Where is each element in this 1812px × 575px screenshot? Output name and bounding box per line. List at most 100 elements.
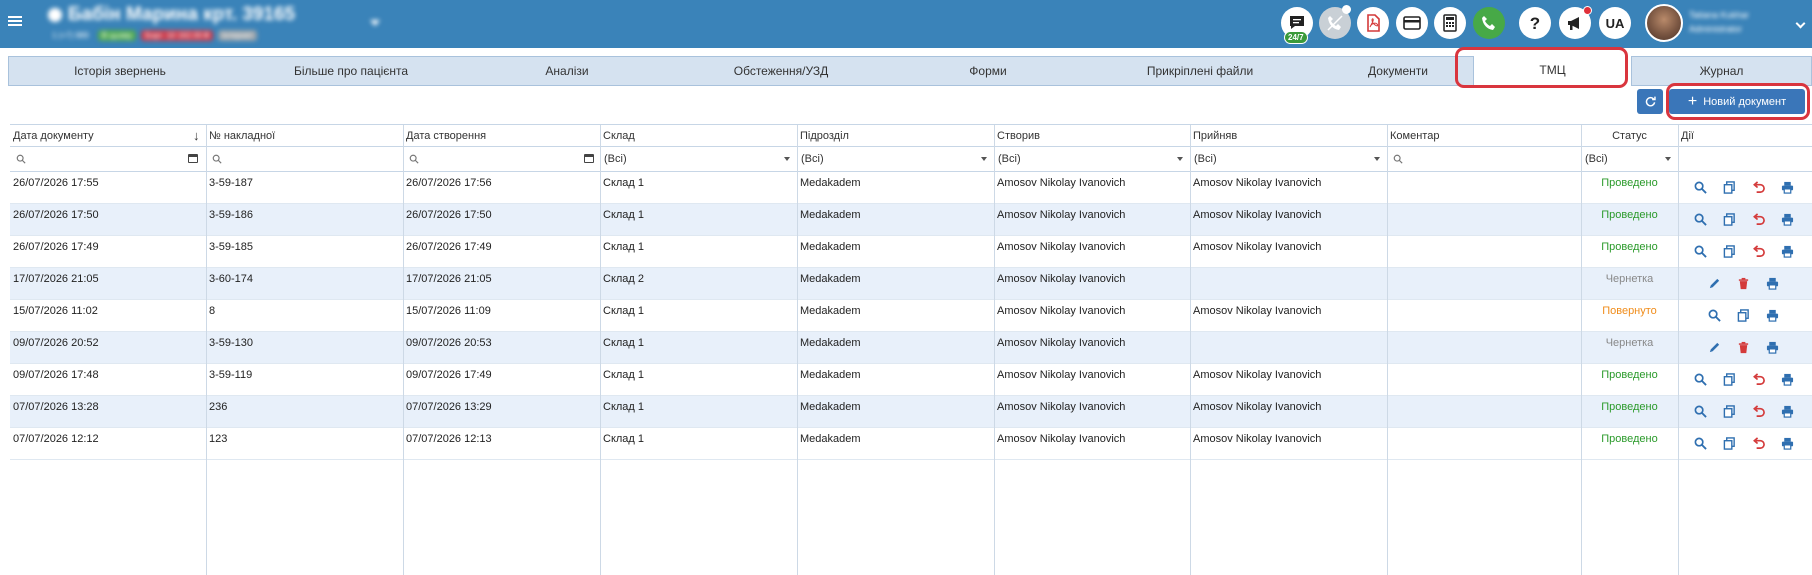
print-icon[interactable] (1764, 275, 1780, 291)
table-row[interactable]: 07/07/2026 13:28 236 07/07/2026 13:29 Ск… (10, 396, 1812, 428)
status-filter[interactable]: (Всі) (1581, 147, 1678, 171)
column-comment[interactable]: Коментар (1387, 125, 1581, 146)
column-status[interactable]: Статус (1581, 125, 1678, 146)
tab-patient-info[interactable]: Більше про пацієнта (231, 57, 471, 85)
cell-created: 15/07/2026 11:09 (406, 305, 491, 317)
print-icon[interactable] (1779, 371, 1795, 387)
cell-comment (1387, 204, 1581, 235)
help-button[interactable]: ? (1519, 7, 1551, 39)
print-icon[interactable] (1764, 339, 1780, 355)
calendar-icon[interactable] (188, 154, 198, 163)
cell-doc-date: 26/07/2026 17:55 (13, 177, 99, 189)
row-actions (1692, 435, 1808, 451)
copy-icon[interactable] (1721, 371, 1737, 387)
language-button[interactable]: UA (1599, 7, 1631, 39)
table-row[interactable]: 26/07/2026 17:49 3-59-185 26/07/2026 17:… (10, 236, 1812, 268)
column-doc-date[interactable]: Дата документу (10, 125, 206, 146)
view-icon[interactable] (1706, 307, 1722, 323)
trash-icon[interactable] (1735, 275, 1751, 291)
warehouse-filter[interactable]: (Всі) (600, 147, 797, 171)
comment-filter[interactable] (1387, 147, 1581, 171)
print-icon[interactable] (1779, 435, 1795, 451)
view-icon[interactable] (1692, 179, 1708, 195)
doc-date-filter[interactable] (10, 147, 206, 171)
view-icon[interactable] (1692, 403, 1708, 419)
tab-examinations[interactable]: Обстеження/УЗД (663, 57, 899, 85)
sort-down-icon[interactable]: ↓ (193, 128, 200, 143)
undo-icon[interactable] (1750, 211, 1766, 227)
copy-icon[interactable] (1721, 179, 1737, 195)
tab-analyses[interactable]: Аналізи (471, 57, 663, 85)
column-receiver[interactable]: Прийняв (1190, 125, 1387, 146)
trash-icon[interactable] (1735, 339, 1751, 355)
cell-doc-date: 09/07/2026 20:52 (13, 337, 99, 349)
receiver-filter[interactable]: (Всі) (1190, 147, 1387, 171)
creator-filter-value: (Всі) (998, 153, 1021, 165)
column-warehouse[interactable]: Склад (600, 125, 797, 146)
undo-icon[interactable] (1750, 403, 1766, 419)
undo-icon[interactable] (1750, 371, 1766, 387)
edit-icon[interactable] (1706, 275, 1722, 291)
tab-attached-files[interactable]: Прикріплені файли (1077, 57, 1323, 85)
table-row[interactable]: 15/07/2026 11:02 8 15/07/2026 11:09 Скла… (10, 300, 1812, 332)
copy-icon[interactable] (1721, 435, 1737, 451)
chevron-down-icon[interactable] (370, 20, 380, 26)
undo-icon[interactable] (1750, 179, 1766, 195)
division-filter[interactable]: (Всі) (797, 147, 994, 171)
table-row[interactable]: 09/07/2026 17:48 3-59-119 09/07/2026 17:… (10, 364, 1812, 396)
cell-receiver: Amosov Nikolay Ivanovich (1193, 369, 1322, 381)
copy-icon[interactable] (1721, 403, 1737, 419)
cell-comment (1387, 396, 1581, 427)
copy-icon[interactable] (1735, 307, 1751, 323)
column-invoice[interactable]: № накладної (206, 125, 403, 146)
table-row[interactable]: 07/07/2026 12:12 123 07/07/2026 12:13 Ск… (10, 428, 1812, 460)
cell-invoice: 123 (209, 433, 228, 445)
payment-button[interactable] (1396, 7, 1428, 39)
view-icon[interactable] (1692, 371, 1708, 387)
print-icon[interactable] (1764, 307, 1780, 323)
svg-text:?: ? (1530, 14, 1540, 33)
status-filter-value: (Всі) (1585, 153, 1608, 165)
view-icon[interactable] (1692, 243, 1708, 259)
creator-filter[interactable]: (Всі) (994, 147, 1190, 171)
tab-journal[interactable]: Журнал (1632, 57, 1811, 85)
cell-receiver: Amosov Nikolay Ivanovich (1193, 401, 1322, 413)
view-icon[interactable] (1692, 211, 1708, 227)
calculator-button[interactable] (1434, 7, 1466, 39)
refresh-button[interactable] (1637, 89, 1663, 114)
table-row[interactable]: 26/07/2026 17:50 3-59-186 26/07/2026 17:… (10, 204, 1812, 236)
column-actions: Дії (1681, 130, 1694, 142)
status-badge: Проведено (1601, 433, 1658, 445)
column-creator[interactable]: Створив (994, 125, 1190, 146)
created-filter[interactable] (403, 147, 600, 171)
invoice-filter[interactable] (206, 147, 403, 171)
print-icon[interactable] (1779, 403, 1795, 419)
table-row[interactable]: 17/07/2026 21:05 3-60-174 17/07/2026 21:… (10, 268, 1812, 300)
row-actions (1692, 371, 1808, 387)
tab-forms[interactable]: Форми (899, 57, 1077, 85)
edit-icon[interactable] (1706, 339, 1722, 355)
undo-icon[interactable] (1750, 243, 1766, 259)
column-created[interactable]: Дата створення (403, 125, 600, 146)
cell-created: 07/07/2026 13:29 (406, 401, 492, 413)
tab-history[interactable]: Історія звернень (9, 57, 231, 85)
call-button[interactable] (1473, 7, 1505, 39)
patient-info[interactable]: Бабін Марина крт. 39165 1 (+7) 989 В цьо… (48, 4, 380, 44)
copy-icon[interactable] (1721, 243, 1737, 259)
pdf-button[interactable] (1357, 7, 1389, 39)
table-row[interactable]: 09/07/2026 20:52 3-59-130 09/07/2026 20:… (10, 332, 1812, 364)
menu-icon[interactable] (8, 14, 22, 28)
print-icon[interactable] (1779, 211, 1795, 227)
view-icon[interactable] (1692, 435, 1708, 451)
chevron-down-icon[interactable] (1795, 18, 1806, 29)
tab-documents[interactable]: Документи (1323, 57, 1473, 85)
print-icon[interactable] (1779, 179, 1795, 195)
patient-tag: В цьому (97, 30, 137, 41)
undo-icon[interactable] (1750, 435, 1766, 451)
column-division[interactable]: Підрозділ (797, 125, 994, 146)
copy-icon[interactable] (1721, 211, 1737, 227)
calendar-icon[interactable] (584, 154, 594, 163)
table-row[interactable]: 26/07/2026 17:55 3-59-187 26/07/2026 17:… (10, 172, 1812, 204)
print-icon[interactable] (1779, 243, 1795, 259)
user-menu[interactable]: Tatiana Kukhar Administrator (1645, 4, 1811, 44)
